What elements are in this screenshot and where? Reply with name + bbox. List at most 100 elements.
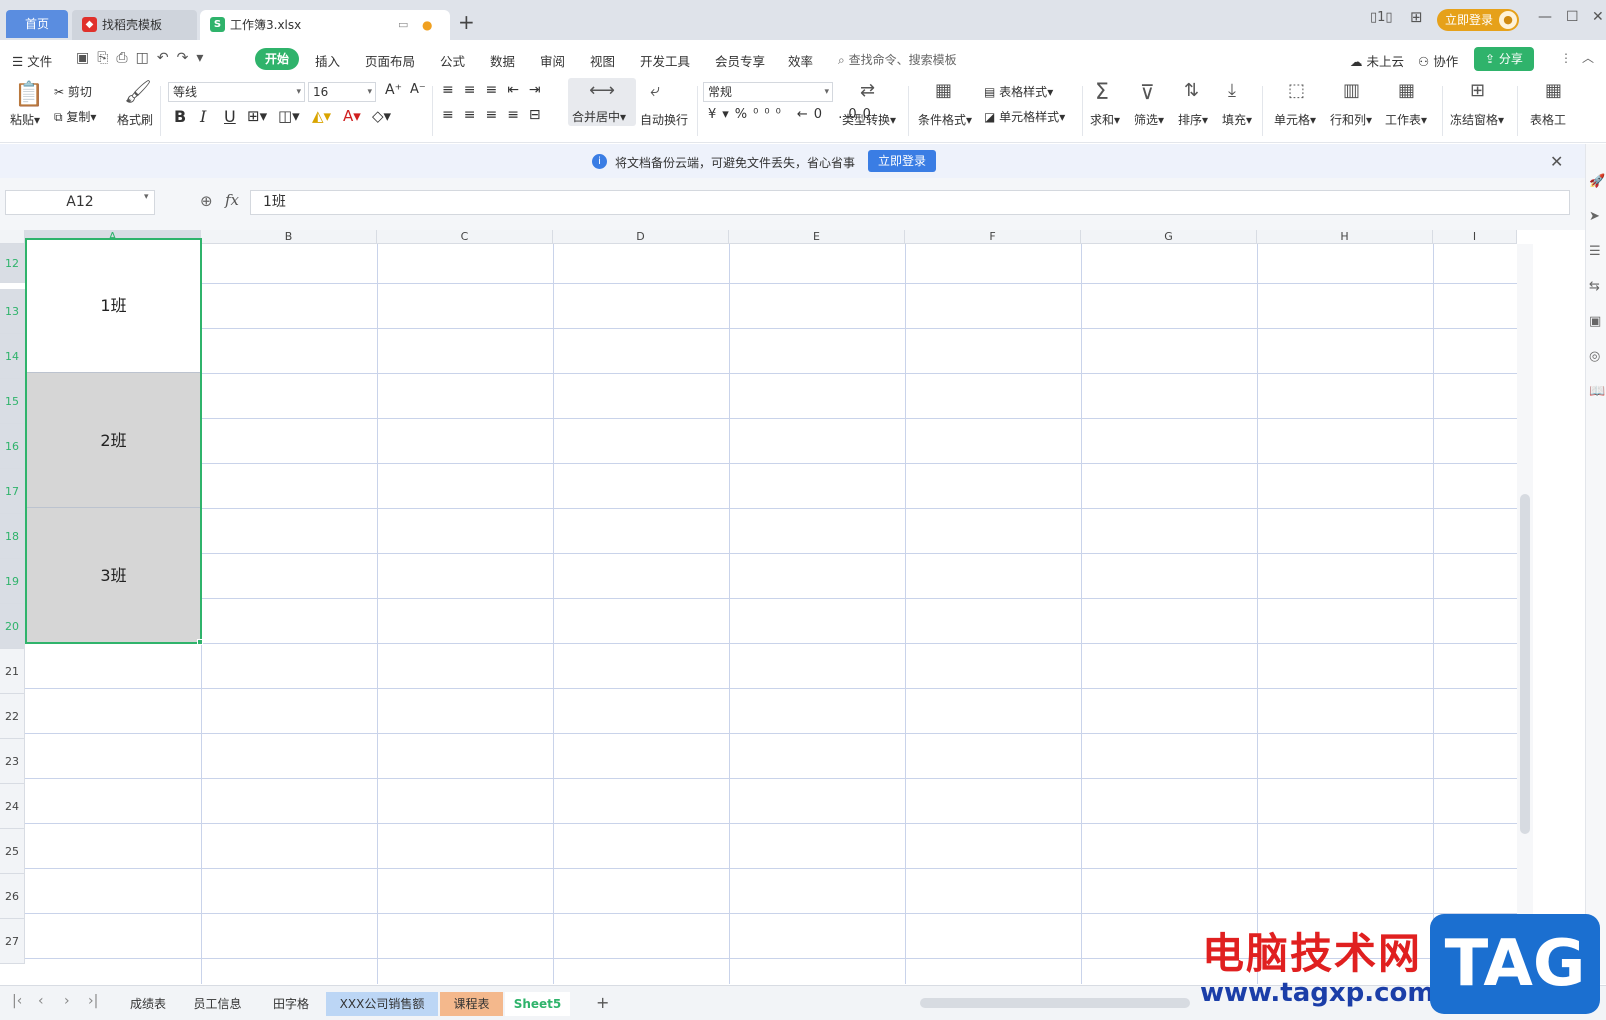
row-header-22[interactable]: 22: [0, 694, 25, 739]
filter-button[interactable]: 筛选▾: [1134, 111, 1164, 128]
freeze-icon[interactable]: ⊞: [1470, 80, 1485, 101]
horizontal-scrollbar[interactable]: [920, 998, 1190, 1008]
login-button[interactable]: 立即登录 ●: [1437, 9, 1519, 31]
first-sheet-icon[interactable]: |‹: [12, 993, 22, 1009]
sum-button[interactable]: 求和▾: [1090, 111, 1120, 128]
type-convert-button[interactable]: 类型转换▾: [842, 111, 896, 128]
row-header-20[interactable]: 20: [0, 604, 25, 649]
cloud-status[interactable]: ☁ 未上云: [1350, 51, 1404, 70]
brush-icon[interactable]: 🖌: [124, 80, 152, 105]
font-color-icon[interactable]: A▾: [343, 107, 361, 125]
new-tab-button[interactable]: +: [458, 10, 475, 34]
italic-icon[interactable]: I: [200, 107, 206, 126]
minimize-icon[interactable]: —: [1538, 9, 1552, 25]
filter-icon[interactable]: ⊽: [1140, 80, 1155, 104]
sheet-tab[interactable]: 田字格: [258, 992, 324, 1016]
row-header-27[interactable]: 27: [0, 919, 25, 964]
column-header-c[interactable]: C: [377, 230, 553, 244]
column-header-h[interactable]: H: [1257, 230, 1433, 244]
cell-style-button[interactable]: ◪ 单元格样式▾: [984, 108, 1065, 125]
close-icon[interactable]: ✕: [1550, 152, 1563, 171]
cond-format-icon[interactable]: ▦: [935, 80, 952, 101]
paste-icon[interactable]: 📋: [14, 80, 44, 108]
row-header-14[interactable]: 14: [0, 334, 25, 379]
row-header-24[interactable]: 24: [0, 784, 25, 829]
table-tools-icon[interactable]: ▦: [1545, 80, 1562, 101]
font-name-select[interactable]: 等线: [168, 82, 305, 102]
freeze-button[interactable]: 冻结窗格▾: [1450, 111, 1504, 128]
fill-button[interactable]: 填充▾: [1222, 111, 1252, 128]
sum-icon[interactable]: Σ: [1095, 80, 1109, 105]
clear-format-icon[interactable]: ◇▾: [372, 107, 391, 125]
last-sheet-icon[interactable]: ›|: [88, 993, 98, 1009]
row-header-26[interactable]: 26: [0, 874, 25, 919]
row-header-16[interactable]: 16: [0, 424, 25, 469]
table-tools-button[interactable]: 表格工: [1530, 111, 1586, 128]
sheet-tab[interactable]: 课程表: [440, 992, 503, 1016]
sheet-tab[interactable]: 成绩表: [118, 992, 178, 1016]
share-button[interactable]: ⇪ 分享: [1474, 47, 1534, 71]
cond-format-button[interactable]: 条件格式▾: [918, 111, 972, 128]
column-header-i[interactable]: I: [1433, 230, 1517, 244]
type-convert-icon[interactable]: ⇄: [860, 80, 875, 101]
quick-access-toolbar[interactable]: ▣⎘⎙◫↶↷▾: [76, 50, 211, 66]
spreadsheet-grid[interactable]: ABCDEFGHI 12 13 14 15 16 17 18 19 20 21 22 23 24 25 26…: [0, 230, 1560, 985]
sliders-icon[interactable]: ☰: [1589, 244, 1601, 259]
name-box[interactable]: A12: [5, 190, 155, 215]
next-sheet-icon[interactable]: ›: [64, 993, 70, 1009]
row-header-12[interactable]: 12: [0, 244, 25, 283]
sort-icon[interactable]: ⇅: [1184, 80, 1199, 101]
font-shrink-icon[interactable]: A⁻: [410, 82, 426, 97]
formula-input[interactable]: 1班: [250, 190, 1570, 215]
close-window-icon[interactable]: ✕: [1592, 9, 1604, 25]
menu-view[interactable]: 视图: [590, 51, 615, 70]
column-header-d[interactable]: D: [553, 230, 729, 244]
maximize-icon[interactable]: ☐: [1566, 9, 1579, 25]
select-all-corner[interactable]: [0, 230, 25, 244]
page-view-icon[interactable]: ▯1▯: [1370, 10, 1393, 25]
search-command[interactable]: ⌕ 查找命令、搜索模板: [838, 51, 957, 68]
menu-review[interactable]: 审阅: [540, 51, 565, 70]
row-header-23[interactable]: 23: [0, 739, 25, 784]
menu-insert[interactable]: 插入: [315, 51, 340, 70]
menu-page-layout[interactable]: 页面布局: [365, 51, 415, 70]
worksheet-button[interactable]: 工作表▾: [1385, 111, 1427, 128]
cut-button[interactable]: ✂ 剪切: [54, 83, 92, 100]
transform-icon[interactable]: ⇆: [1589, 279, 1600, 294]
column-header-f[interactable]: F: [905, 230, 1081, 244]
column-header-b[interactable]: B: [201, 230, 377, 244]
cell-button[interactable]: 单元格▾: [1274, 111, 1316, 128]
fill-handle[interactable]: [197, 639, 203, 645]
wrap-text-button[interactable]: 自动换行: [640, 111, 688, 128]
vertical-align-icons[interactable]: ≡≡≡⇤⇥: [442, 82, 551, 98]
column-header-e[interactable]: E: [729, 230, 905, 244]
tab-template[interactable]: ◆ 找稻壳模板: [72, 10, 197, 40]
column-header-g[interactable]: G: [1081, 230, 1257, 244]
menu-member[interactable]: 会员专享: [715, 51, 765, 70]
worksheet-icon[interactable]: ▦: [1398, 80, 1415, 101]
row-header-13[interactable]: 13: [0, 289, 25, 334]
collapse-ribbon-icon[interactable]: ︿: [1582, 49, 1594, 66]
format-painter-button[interactable]: 格式刷: [117, 111, 153, 128]
target-icon[interactable]: ◎: [1589, 349, 1600, 364]
paste-button[interactable]: 粘贴▾: [10, 111, 40, 128]
underline-icon[interactable]: U: [224, 107, 236, 126]
image-icon[interactable]: ▣: [1589, 314, 1601, 329]
sheet-tab[interactable]: XXX公司销售额: [326, 992, 438, 1016]
row-header-17[interactable]: 17: [0, 469, 25, 514]
menu-efficiency[interactable]: 效率: [788, 51, 813, 70]
fill-down-icon[interactable]: ⤓: [1228, 80, 1236, 101]
prev-sheet-icon[interactable]: ‹: [38, 993, 44, 1009]
scrollbar-thumb[interactable]: [1520, 494, 1530, 834]
file-menu[interactable]: ☰ 文件: [12, 51, 52, 70]
bold-icon[interactable]: B: [174, 107, 186, 126]
banner-login-button[interactable]: 立即登录: [868, 150, 936, 172]
horizontal-align-icons[interactable]: ≡≡≡≡⊟: [442, 107, 551, 123]
menu-data[interactable]: 数据: [490, 51, 515, 70]
book-icon[interactable]: 📖: [1589, 384, 1605, 399]
row-header-21[interactable]: 21: [0, 649, 25, 694]
vertical-scrollbar[interactable]: [1517, 244, 1533, 984]
menu-dev-tools[interactable]: 开发工具: [640, 51, 690, 70]
chevron-down-icon[interactable]: ▾: [144, 192, 149, 202]
wrap-text-icon[interactable]: ⤶: [650, 80, 660, 101]
